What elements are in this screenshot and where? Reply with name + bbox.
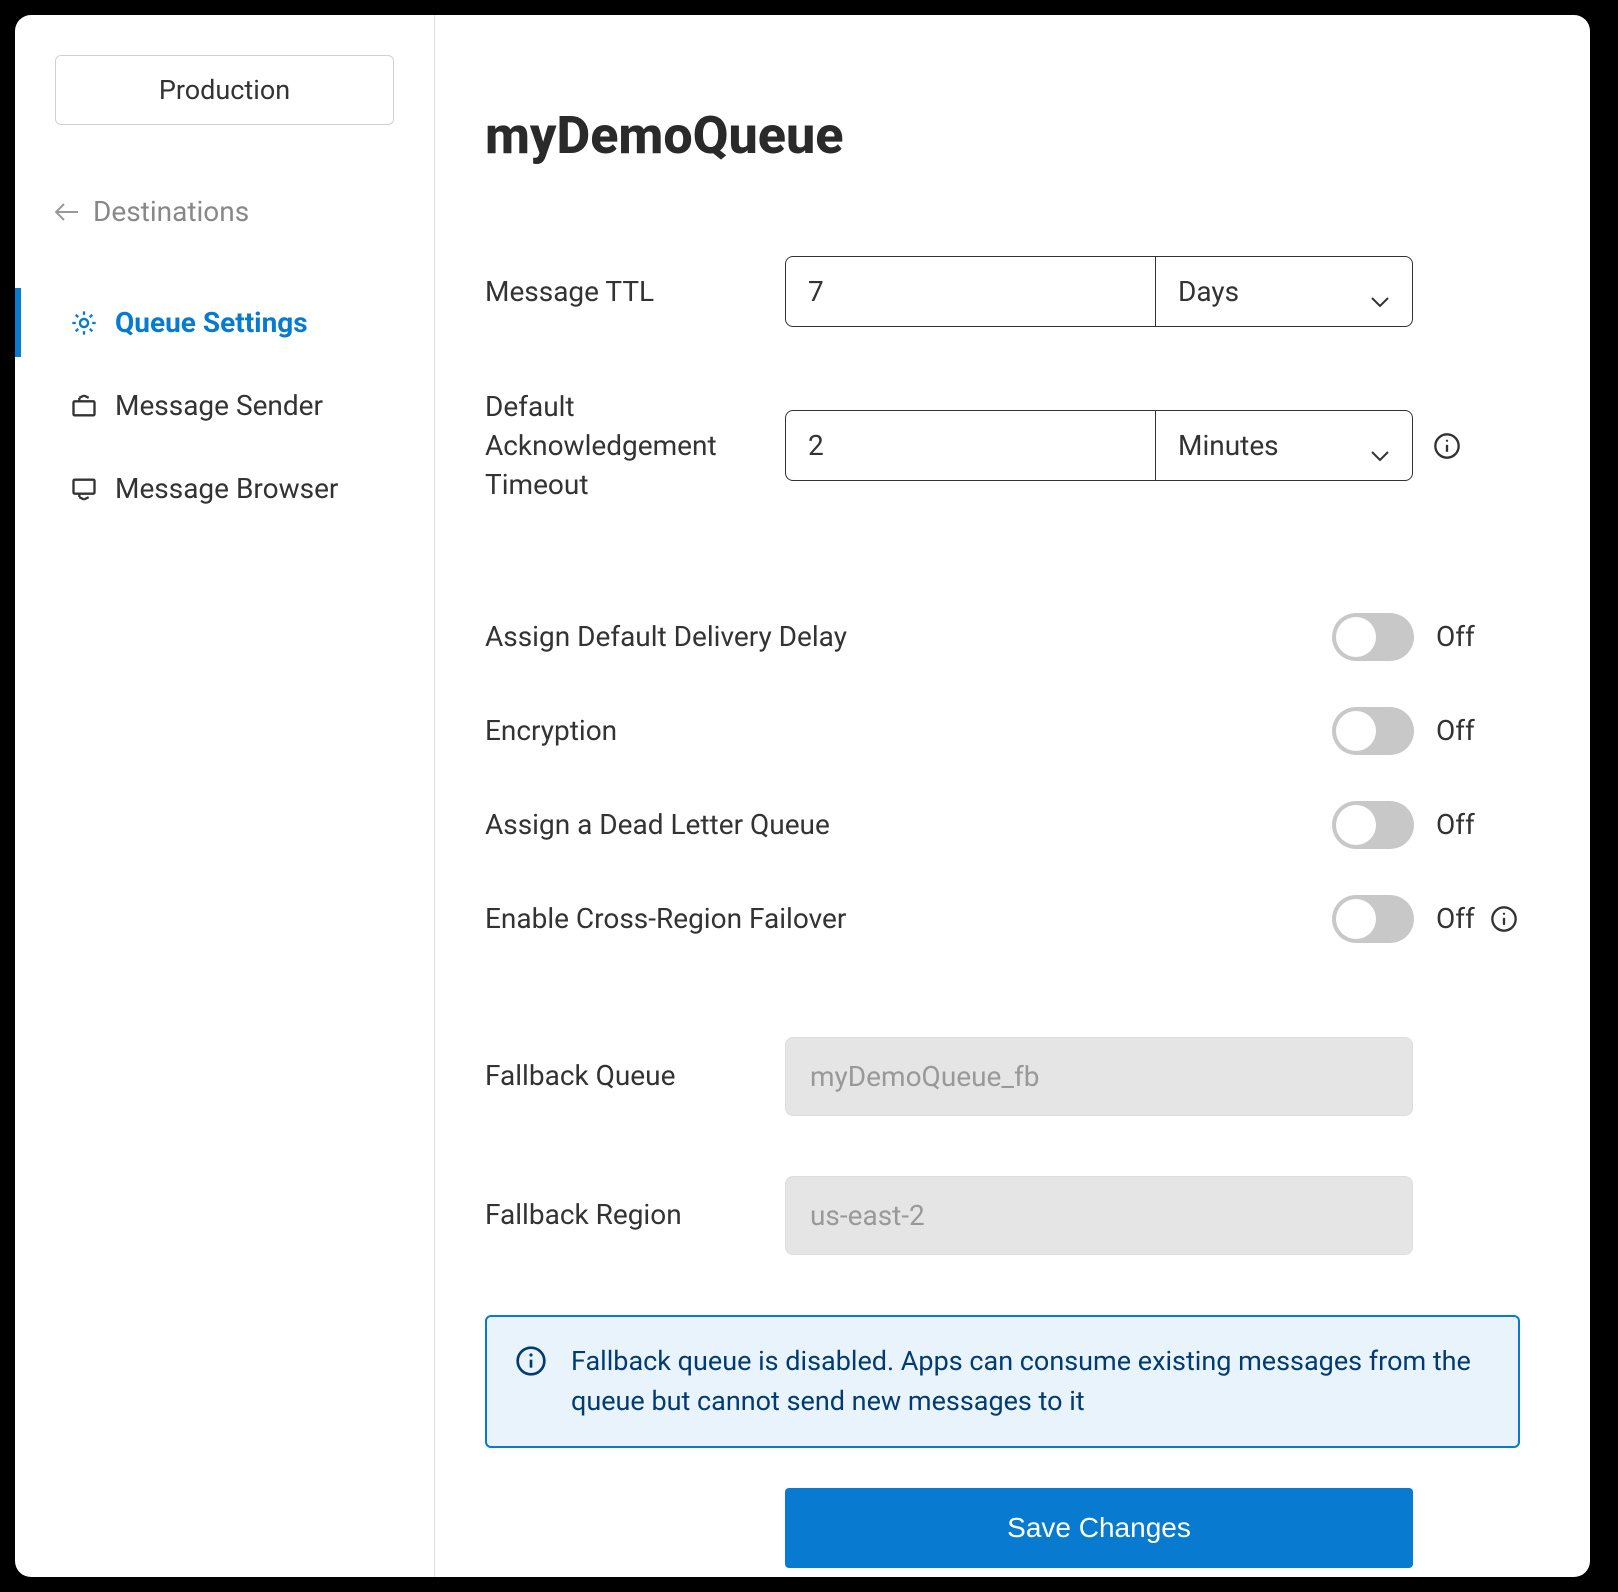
encryption-label: Encryption <box>485 714 1332 747</box>
info-icon[interactable] <box>1490 905 1520 933</box>
page-title: myDemoQueue <box>485 105 1520 166</box>
sidebar-item-label: Message Browser <box>115 472 338 505</box>
cross-region-state: Off <box>1436 902 1480 935</box>
sidebar-item-label: Message Sender <box>115 389 323 422</box>
fallback-queue-input: myDemoQueue_fb <box>785 1037 1413 1116</box>
fallback-region-label: Fallback Region <box>485 1195 785 1234</box>
sidebar-item-label: Queue Settings <box>115 306 308 339</box>
ack-timeout-unit-value: Minutes <box>1178 429 1279 462</box>
chevron-down-icon <box>1370 436 1390 456</box>
form-row-ack-timeout: Default Acknowledgement Timeout 2 Minute… <box>485 387 1520 505</box>
message-ttl-input[interactable]: 7 <box>785 256 1155 327</box>
delivery-delay-state: Off <box>1436 620 1480 653</box>
toggle-row-dead-letter: Assign a Dead Letter Queue Off <box>485 801 1520 849</box>
dead-letter-label: Assign a Dead Letter Queue <box>485 808 1332 841</box>
cross-region-label: Enable Cross-Region Failover <box>485 902 1332 935</box>
main-content: myDemoQueue Message TTL 7 Days Default A… <box>435 15 1590 1577</box>
ack-timeout-input[interactable]: 2 <box>785 410 1155 481</box>
toggle-row-delivery-delay: Assign Default Delivery Delay Off <box>485 613 1520 661</box>
form-row-fallback-queue: Fallback Queue myDemoQueue_fb <box>485 1037 1520 1116</box>
nav-list: Queue Settings Message Sender <box>45 288 404 537</box>
ack-timeout-label: Default Acknowledgement Timeout <box>485 387 785 505</box>
toggle-row-cross-region: Enable Cross-Region Failover Off <box>485 895 1520 943</box>
save-changes-button[interactable]: Save Changes <box>785 1488 1413 1568</box>
fallback-region-input: us-east-2 <box>785 1176 1413 1255</box>
ack-timeout-unit-select[interactable]: Minutes <box>1155 410 1413 481</box>
send-icon <box>69 391 99 421</box>
app-window: Production Destinations Queue Settings <box>15 15 1590 1577</box>
gear-icon <box>69 308 99 338</box>
arrow-left-icon <box>55 200 79 224</box>
browser-icon <box>69 474 99 504</box>
encryption-state: Off <box>1436 714 1480 747</box>
toggle-row-encryption: Encryption Off <box>485 707 1520 755</box>
sidebar-item-message-sender[interactable]: Message Sender <box>45 371 404 440</box>
encryption-toggle[interactable] <box>1332 707 1414 755</box>
sidebar-item-queue-settings[interactable]: Queue Settings <box>45 288 404 357</box>
dead-letter-toggle[interactable] <box>1332 801 1414 849</box>
environment-selector[interactable]: Production <box>55 55 394 125</box>
delivery-delay-label: Assign Default Delivery Delay <box>485 620 1332 653</box>
message-ttl-unit-select[interactable]: Days <box>1155 256 1413 327</box>
info-box-text: Fallback queue is disabled. Apps can con… <box>571 1341 1490 1422</box>
delivery-delay-toggle[interactable] <box>1332 613 1414 661</box>
cross-region-toggle[interactable] <box>1332 895 1414 943</box>
message-ttl-label: Message TTL <box>485 272 785 311</box>
form-row-fallback-region: Fallback Region us-east-2 <box>485 1176 1520 1255</box>
sidebar-item-message-browser[interactable]: Message Browser <box>45 454 404 523</box>
breadcrumb[interactable]: Destinations <box>45 195 404 228</box>
chevron-down-icon <box>1370 282 1390 302</box>
fallback-queue-label: Fallback Queue <box>485 1056 785 1095</box>
info-icon <box>515 1345 547 1381</box>
breadcrumb-label: Destinations <box>93 195 249 228</box>
dead-letter-state: Off <box>1436 808 1480 841</box>
info-icon[interactable] <box>1433 432 1461 460</box>
form-row-message-ttl: Message TTL 7 Days <box>485 256 1520 327</box>
info-box: Fallback queue is disabled. Apps can con… <box>485 1315 1520 1448</box>
sidebar: Production Destinations Queue Settings <box>15 15 435 1577</box>
message-ttl-unit-value: Days <box>1178 275 1239 308</box>
